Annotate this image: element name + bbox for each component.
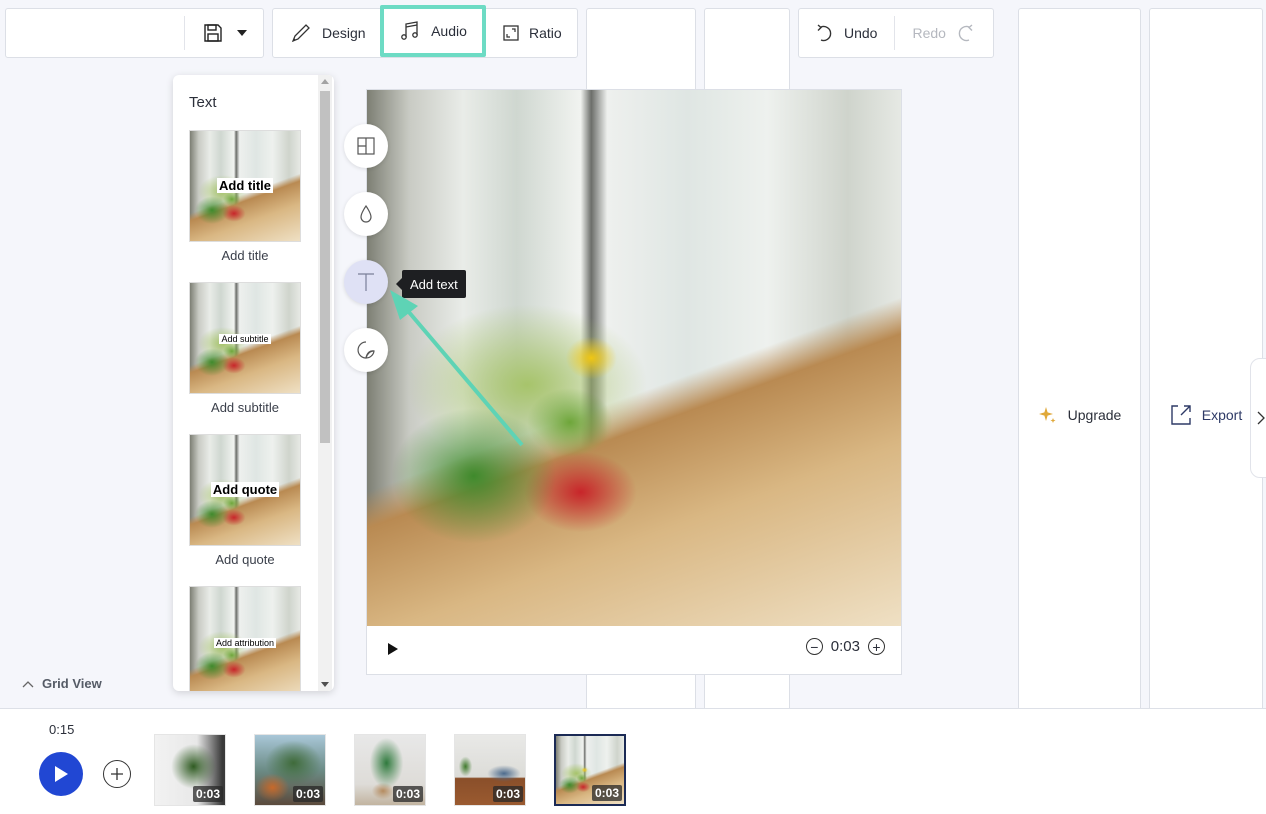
scene-duration-badge: 0:03 bbox=[492, 786, 523, 802]
scroll-down-arrow[interactable] bbox=[321, 682, 329, 687]
scroll-up-arrow[interactable] bbox=[321, 79, 329, 84]
scene-thumbnail[interactable]: 0:03 bbox=[254, 734, 326, 806]
scene-duration-badge: 0:03 bbox=[192, 786, 223, 802]
pencil-icon bbox=[291, 24, 310, 43]
caret-down-icon[interactable] bbox=[237, 30, 247, 36]
text-template-quote[interactable]: Add quote Add quote bbox=[189, 434, 301, 567]
undo-redo-group: Undo Redo bbox=[798, 8, 994, 58]
edit-group: Design Audio Ratio bbox=[272, 5, 579, 58]
save-icon bbox=[204, 24, 222, 42]
sparkle-icon bbox=[1038, 407, 1056, 423]
undo-icon bbox=[817, 24, 832, 42]
text-template-title[interactable]: Add title Add title bbox=[189, 130, 301, 263]
scene-duration-badge: 0:03 bbox=[591, 785, 622, 801]
droplet-icon bbox=[360, 204, 372, 223]
save-button[interactable] bbox=[185, 9, 247, 57]
scene-duration: 0:03 bbox=[830, 638, 860, 655]
plus-icon bbox=[111, 768, 123, 780]
audio-label: Audio bbox=[431, 23, 467, 39]
template-thumbnail: Add subtitle bbox=[189, 282, 301, 394]
chevron-up-icon bbox=[22, 680, 34, 687]
template-overlay-text: Add quote bbox=[210, 482, 280, 497]
timeline: 0:15 0:03 0:03 0:03 0:03 0:03 bbox=[0, 708, 1266, 814]
play-all-button[interactable] bbox=[39, 752, 83, 796]
play-icon bbox=[55, 766, 68, 782]
add-scene-button[interactable] bbox=[103, 760, 131, 788]
play-icon[interactable] bbox=[388, 643, 398, 655]
duration-control: − 0:03 + bbox=[805, 638, 885, 655]
scene-image[interactable] bbox=[367, 90, 901, 626]
ratio-button[interactable]: Ratio bbox=[486, 9, 579, 57]
ratio-icon bbox=[503, 25, 519, 41]
redo-label: Redo bbox=[912, 25, 946, 41]
audio-button[interactable]: Audio bbox=[380, 5, 486, 57]
scene-thumbnail[interactable]: 0:03 bbox=[154, 734, 226, 806]
expand-right-panel-button[interactable] bbox=[1250, 358, 1266, 478]
template-label: Add quote bbox=[215, 552, 275, 567]
layout-tool-button[interactable] bbox=[344, 124, 388, 168]
color-tool-button[interactable] bbox=[344, 192, 388, 236]
scene-thumbnail[interactable]: 0:03 bbox=[354, 734, 426, 806]
export-label: Export bbox=[1201, 407, 1243, 423]
template-overlay-text: Add subtitle bbox=[219, 334, 271, 344]
template-overlay-text: Add title bbox=[217, 178, 273, 193]
total-duration: 0:15 bbox=[49, 722, 75, 737]
decrease-duration-button[interactable]: − bbox=[805, 638, 823, 655]
template-thumbnail: Add title bbox=[189, 130, 301, 242]
redo-button[interactable]: Redo bbox=[895, 9, 990, 57]
scene-duration-badge: 0:03 bbox=[292, 786, 323, 802]
export-icon bbox=[1171, 405, 1191, 425]
scrollbar-thumb[interactable] bbox=[320, 91, 330, 443]
text-template-subtitle[interactable]: Add subtitle Add subtitle bbox=[189, 282, 301, 415]
add-text-tooltip: Add text bbox=[396, 270, 466, 298]
template-label: Add subtitle bbox=[211, 400, 279, 415]
text-icon bbox=[358, 273, 374, 291]
design-button[interactable]: Design bbox=[273, 9, 383, 57]
undo-label: Undo bbox=[844, 25, 878, 41]
template-label: Add title bbox=[221, 248, 269, 263]
text-tool-button[interactable] bbox=[344, 260, 388, 304]
template-overlay-text: Add attribution bbox=[213, 638, 277, 648]
project-name-field[interactable] bbox=[6, 9, 184, 57]
template-thumbnail: Add quote bbox=[189, 434, 301, 546]
scene-thumbnail-selected[interactable]: 0:03 bbox=[554, 734, 626, 806]
undo-button[interactable]: Undo bbox=[799, 9, 894, 57]
upgrade-label: Upgrade bbox=[1067, 407, 1122, 423]
scene-duration-badge: 0:03 bbox=[392, 786, 423, 802]
canvas-preview: − 0:03 + bbox=[366, 89, 902, 675]
panel-scrollbar[interactable] bbox=[318, 75, 332, 691]
increase-duration-button[interactable]: + bbox=[868, 638, 885, 655]
sticker-icon bbox=[357, 341, 375, 359]
template-thumbnail: Add attribution bbox=[189, 586, 301, 691]
text-panel: Text Add title Add title Add subtitle Ad… bbox=[173, 75, 334, 691]
export-button[interactable]: Export bbox=[1149, 8, 1263, 814]
file-group bbox=[5, 8, 264, 58]
grid-view-label: Grid View bbox=[42, 676, 102, 691]
player-bar: − 0:03 + bbox=[367, 626, 901, 674]
layout-icon bbox=[357, 137, 375, 155]
music-note-icon bbox=[401, 21, 418, 40]
chevron-right-icon bbox=[1257, 411, 1265, 425]
scene-thumbnail[interactable]: 0:03 bbox=[454, 734, 526, 806]
text-panel-title: Text bbox=[189, 94, 217, 111]
redo-icon bbox=[958, 24, 973, 42]
sticker-tool-button[interactable] bbox=[344, 328, 388, 372]
grid-view-toggle[interactable]: Grid View bbox=[22, 676, 102, 691]
text-template-attribution[interactable]: Add attribution bbox=[189, 586, 301, 691]
design-label: Design bbox=[322, 25, 366, 41]
upgrade-button[interactable]: Upgrade bbox=[1018, 8, 1141, 814]
ratio-label: Ratio bbox=[529, 25, 562, 41]
